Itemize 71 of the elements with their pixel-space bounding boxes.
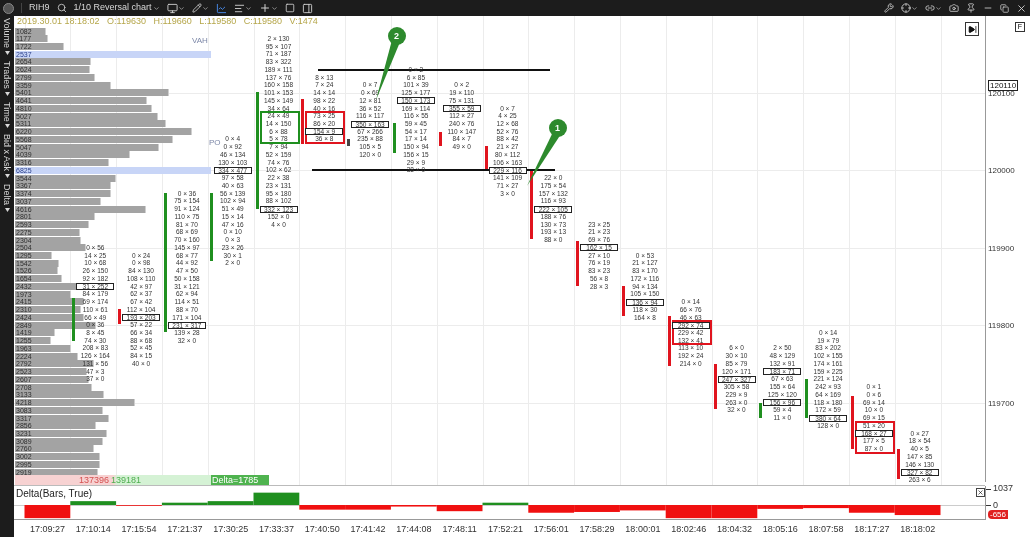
time-label: 17:40:50 xyxy=(304,523,340,536)
side-tab[interactable]: Delta xyxy=(1,184,13,206)
axis-tick-label: 1037 xyxy=(993,484,1014,494)
pencil-icon[interactable] xyxy=(191,3,209,13)
axis-tick-label: 0 xyxy=(993,500,998,510)
symbol-label[interactable]: RIH9 xyxy=(29,1,50,15)
camera-icon[interactable] xyxy=(949,3,959,13)
time-label: 18:04:32 xyxy=(717,523,752,536)
line-chart-icon[interactable] xyxy=(215,2,227,14)
monitor-icon[interactable] xyxy=(166,2,185,14)
maximize-icon[interactable] xyxy=(1000,3,1009,13)
time-label: 17:15:54 xyxy=(121,523,157,536)
side-tab[interactable]: Trades xyxy=(1,61,13,89)
delta-bar xyxy=(894,505,941,516)
scroll-to-end-button[interactable] xyxy=(965,22,979,36)
link-icon[interactable] xyxy=(925,3,942,13)
time-label: 17:41:42 xyxy=(350,523,386,536)
panel-icon[interactable] xyxy=(301,2,313,14)
current-price-label: 120110 xyxy=(988,80,1019,92)
vah-label: VAH xyxy=(192,34,208,47)
price-label: 119900 xyxy=(988,243,1015,253)
chart-type-dropdown[interactable]: 1/10 Reversal chart xyxy=(73,1,160,15)
time-label: 18:07:58 xyxy=(808,523,844,536)
price-label: 119700 xyxy=(988,398,1015,408)
bid-total: 137396 xyxy=(79,475,110,485)
plus-icon[interactable] xyxy=(258,2,278,14)
time-label: 17:10:14 xyxy=(75,523,111,536)
time-label: 17:56:01 xyxy=(533,523,569,536)
time-label: 17:33:37 xyxy=(259,523,294,536)
time-label: 18:02:46 xyxy=(671,523,707,536)
time-label: 17:21:37 xyxy=(167,523,203,536)
pin-icon[interactable] xyxy=(966,3,976,13)
time-label: 17:52:21 xyxy=(488,523,523,536)
price-label: 119800 xyxy=(988,321,1015,331)
time-label: 17:44:08 xyxy=(396,523,432,536)
close-icon[interactable] xyxy=(976,488,985,497)
callout-pointer xyxy=(527,119,567,186)
side-tab[interactable]: Time xyxy=(1,101,13,122)
wrench-icon[interactable] xyxy=(884,3,894,13)
app-logo-icon[interactable] xyxy=(3,2,14,14)
poc-label: PO xyxy=(209,137,221,150)
side-tab[interactable]: Bid x Ask xyxy=(1,134,13,172)
side-tab[interactable]: Volume xyxy=(1,18,13,49)
caret-icon xyxy=(4,91,10,96)
indicator-icon[interactable] xyxy=(233,2,252,14)
crosshair-icon[interactable] xyxy=(901,3,918,13)
time-label: 18:00:01 xyxy=(625,523,661,536)
delta-pane-title: Delta(Bars, True) xyxy=(16,489,93,499)
time-label: 18:05:16 xyxy=(762,523,798,536)
search-icon[interactable] xyxy=(56,3,67,13)
time-label: 18:18:02 xyxy=(900,523,936,536)
price-label: 120100 xyxy=(988,89,1015,99)
caret-icon xyxy=(4,51,10,56)
ohlc-info: 2019.30.01 18:18:02 O:119630 H:119660 L:119580 C:119580 V:1474 xyxy=(17,16,318,28)
caret-icon xyxy=(152,4,160,12)
caret-icon xyxy=(4,174,10,179)
time-label: 17:48:11 xyxy=(442,523,477,536)
time-label: 17:09:27 xyxy=(30,523,65,536)
caret-icon xyxy=(4,208,10,213)
current-delta-badge: -656 xyxy=(988,510,1008,519)
time-label: 17:58:29 xyxy=(579,523,615,536)
callout-number: 1 xyxy=(555,123,560,133)
callout-number: 2 xyxy=(394,31,399,41)
time-label: 18:17:27 xyxy=(854,523,890,536)
caret-icon xyxy=(4,124,10,129)
price-label: 120000 xyxy=(988,166,1015,176)
ask-total: 139181 xyxy=(111,475,142,485)
time-label: 17:30:25 xyxy=(213,523,249,536)
delta-total: Delta=1785 xyxy=(211,475,269,485)
close-icon[interactable] xyxy=(1016,2,1027,14)
square-icon[interactable] xyxy=(284,3,295,13)
